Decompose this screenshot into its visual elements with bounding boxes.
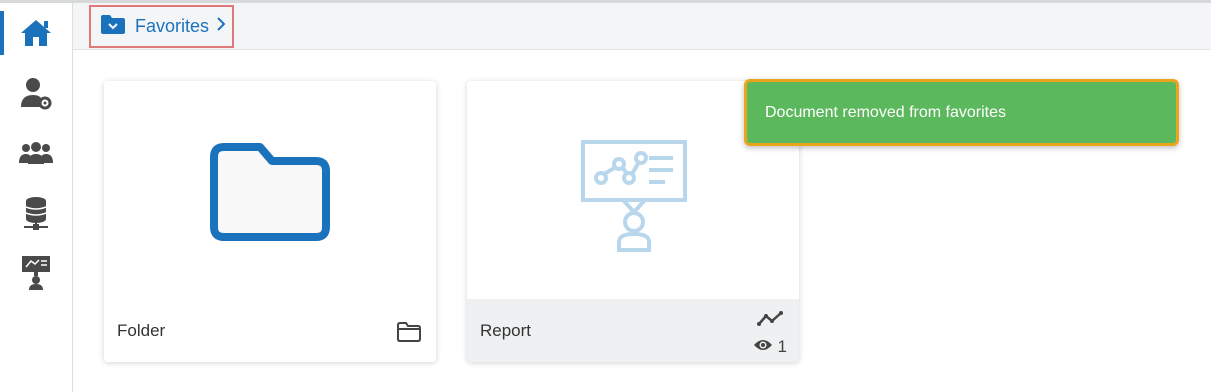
folder-outline-icon: [396, 321, 422, 348]
toast-message: Document removed from favorites: [765, 103, 1006, 121]
card-footer: Report 1: [467, 299, 799, 362]
sidebar-item-user-management[interactable]: [0, 71, 72, 115]
chevron-right-icon: [217, 17, 226, 36]
header-bar: Favorites: [73, 3, 1211, 50]
database-icon: [21, 196, 51, 230]
eye-icon: [753, 337, 773, 357]
breadcrumb-label[interactable]: Favorites: [135, 16, 209, 37]
report-presentation-icon: [579, 138, 689, 259]
sidebar-item-user-groups[interactable]: [0, 131, 72, 175]
sidebar-item-presentations[interactable]: [0, 251, 72, 295]
folder-card[interactable]: Folder: [104, 81, 436, 362]
sidebar-item-data-connectors[interactable]: [0, 191, 72, 235]
folder-large-icon: [208, 143, 332, 246]
view-count-value: 1: [777, 337, 787, 356]
sidebar-item-home[interactable]: [0, 11, 72, 55]
toast-notification: Document removed from favorites: [744, 79, 1179, 146]
breadcrumb[interactable]: Favorites: [89, 5, 234, 48]
sidebar: [0, 3, 73, 392]
home-icon: [19, 18, 53, 48]
card-label[interactable]: Report: [480, 321, 531, 341]
card-label[interactable]: Folder: [117, 321, 165, 341]
presentation-icon: [21, 255, 51, 291]
folder-thumbnail: [104, 81, 436, 299]
line-chart-icon: [757, 311, 785, 332]
view-count: 1: [753, 337, 787, 357]
users-group-icon: [18, 141, 54, 165]
user-settings-icon: [20, 76, 52, 110]
card-footer: Folder: [104, 299, 436, 362]
folder-dropdown-icon: [100, 14, 126, 40]
